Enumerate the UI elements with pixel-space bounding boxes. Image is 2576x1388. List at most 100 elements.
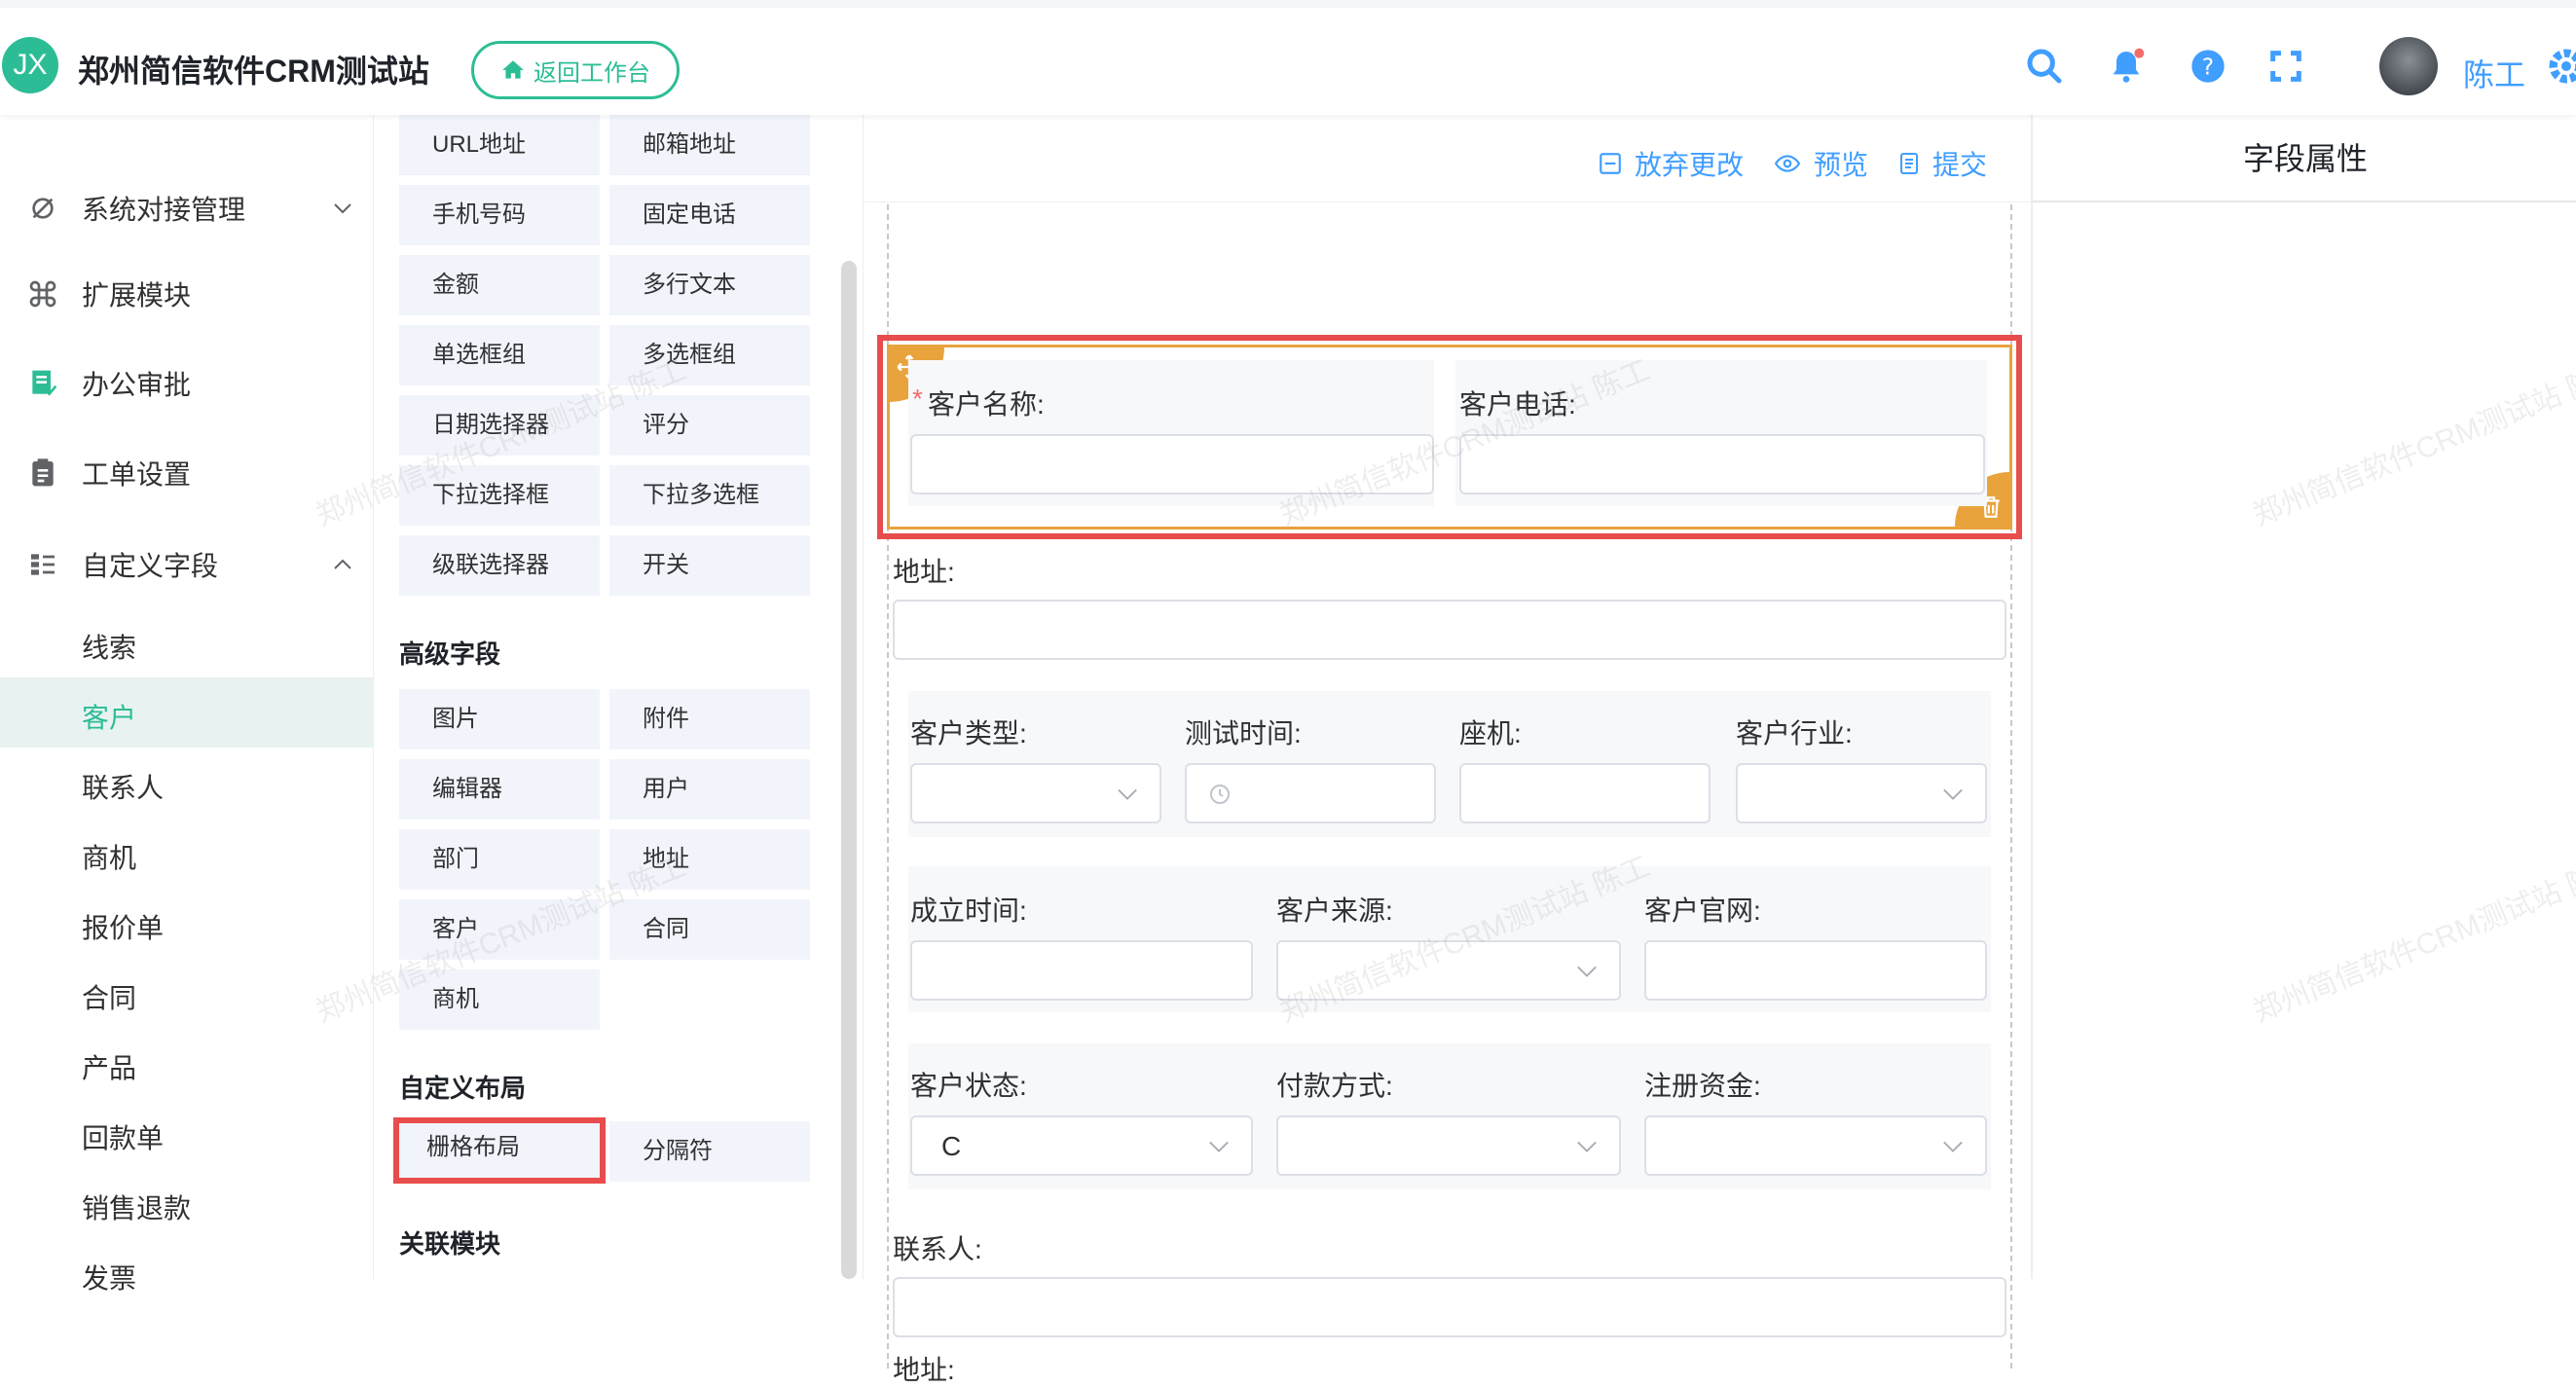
palette-item-checkbox-group[interactable]: 多选框组 [609, 325, 810, 385]
palette-item-rating[interactable]: 评分 [609, 395, 810, 456]
palette-item-textarea[interactable]: 多行文本 [609, 255, 810, 315]
sidebar-item-label: 办公审批 [82, 370, 192, 400]
chevron-down-icon [1943, 1141, 1963, 1152]
back-to-workbench-button[interactable]: 返回工作台 [471, 41, 680, 99]
palette-item-date-picker[interactable]: 日期选择器 [399, 395, 600, 456]
sidebar-item-extension-modules[interactable]: 扩展模块 [0, 259, 374, 329]
sidebar-sub-item-products[interactable]: 产品 [0, 1028, 374, 1098]
home-icon [502, 60, 524, 79]
sub-item-label: 回款单 [82, 1123, 165, 1153]
field-label-customer-name: 客户名称: [928, 389, 1045, 420]
palette-item-address[interactable]: 地址 [609, 829, 810, 890]
palette-item-multi-select[interactable]: 下拉多选框 [609, 465, 810, 526]
app-logo[interactable]: JX [2, 37, 58, 93]
chevron-down-icon [1118, 788, 1137, 800]
palette-item-contract[interactable]: 合同 [609, 899, 810, 960]
chevron-down-icon [1209, 1141, 1229, 1152]
approval-doc-icon [32, 370, 57, 396]
sidebar-sub-item-contacts[interactable]: 联系人 [0, 748, 374, 818]
chevron-down-icon [1943, 788, 1963, 800]
sidebar-sub-item-refunds[interactable]: 销售退款 [0, 1168, 374, 1238]
palette-item-attachment[interactable]: 附件 [609, 689, 810, 749]
source-select[interactable] [1276, 940, 1621, 1001]
section-title-custom-layout: 自定义布局 [399, 1074, 527, 1103]
capital-select[interactable] [1644, 1115, 1987, 1176]
sub-item-label: 联系人 [82, 773, 165, 803]
field-label-customer-type: 客户类型: [910, 718, 1027, 749]
status-value: C [941, 1131, 962, 1161]
canvas-toolbar: 放弃更改 预览 提交 [864, 115, 2032, 202]
sidebar-sub-item-payments[interactable]: 回款单 [0, 1098, 374, 1168]
field-label-industry: 客户行业: [1736, 718, 1853, 749]
field-label-test-time: 测试时间: [1185, 718, 1302, 749]
palette-item-divider[interactable]: 分隔符 [609, 1121, 810, 1182]
contact-input[interactable] [893, 1277, 2006, 1337]
chevron-down-icon [334, 203, 351, 214]
palette-item-department[interactable]: 部门 [399, 829, 600, 890]
sidebar-sub-item-opportunities[interactable]: 商机 [0, 818, 374, 888]
sidebar: 系统对接管理 扩展模块 办公审批 工单设置 自定义字段 线索 客户 联系人 商机… [0, 115, 374, 1294]
clipboard-icon [32, 458, 54, 487]
palette-item-radio-group[interactable]: 单选框组 [399, 325, 600, 385]
sidebar-sub-item-quotes[interactable]: 报价单 [0, 888, 374, 958]
test-time-picker[interactable] [1185, 763, 1436, 823]
user-name[interactable]: 陈工 [2463, 51, 2525, 95]
sidebar-sub-item-contracts[interactable]: 合同 [0, 958, 374, 1028]
founded-input[interactable] [910, 940, 1253, 1001]
fullscreen-icon[interactable] [2266, 47, 2305, 86]
palette-scrollbar[interactable] [841, 261, 857, 1279]
palette-item-customer[interactable]: 客户 [399, 899, 600, 960]
discard-changes-button[interactable]: 放弃更改 [1598, 144, 1744, 183]
customer-phone-input[interactable] [1459, 434, 1985, 494]
sidebar-item-office-approval[interactable]: 办公审批 [0, 348, 374, 419]
website-input[interactable] [1644, 940, 1987, 1001]
settings-gear-icon[interactable] [2547, 47, 2576, 86]
search-icon[interactable] [2025, 47, 2064, 86]
svg-text:?: ? [2202, 53, 2214, 80]
industry-select[interactable] [1736, 763, 1987, 823]
payment-select[interactable] [1276, 1115, 1621, 1176]
palette-item-mobile[interactable]: 手机号码 [399, 185, 600, 245]
sidebar-item-system-integration[interactable]: 系统对接管理 [0, 173, 374, 243]
field-label-founded: 成立时间: [910, 895, 1027, 926]
palette-item-email[interactable]: 邮箱地址 [609, 115, 810, 175]
sub-item-label: 发票 [82, 1263, 137, 1294]
command-icon [29, 280, 56, 308]
address-input[interactable] [893, 600, 2006, 660]
field-label-payment: 付款方式: [1276, 1071, 1393, 1101]
palette-item-opportunity[interactable]: 商机 [399, 969, 600, 1030]
form-area: * 客户名称: 客户电话: 地址: 客户类型: 测试时间: 座机: 客户行业: … [864, 204, 2032, 1385]
help-icon[interactable]: ? [2189, 47, 2227, 86]
palette-item-image[interactable]: 图片 [399, 689, 600, 749]
customer-name-input[interactable] [910, 434, 1434, 494]
back-button-label: 返回工作台 [534, 59, 650, 87]
palette-item-select[interactable]: 下拉选择框 [399, 465, 600, 526]
preview-button[interactable]: 预览 [1773, 144, 1868, 183]
status-select[interactable]: C [910, 1115, 1253, 1176]
sidebar-item-custom-fields[interactable]: 自定义字段 [0, 530, 374, 600]
palette-item-url[interactable]: URL地址 [399, 115, 600, 175]
landline-input[interactable] [1459, 763, 1711, 823]
palette-item-amount[interactable]: 金额 [399, 255, 600, 315]
field-label-capital: 注册资金: [1644, 1071, 1761, 1101]
sub-item-label: 商机 [82, 843, 137, 873]
palette-item-cascader[interactable]: 级联选择器 [399, 535, 600, 596]
sub-item-label: 销售退款 [82, 1193, 192, 1224]
field-label-landline: 座机: [1459, 718, 1522, 749]
palette-item-editor[interactable]: 编辑器 [399, 759, 600, 820]
palette-item-user[interactable]: 用户 [609, 759, 810, 820]
palette-item-grid-layout[interactable]: 栅格布局 [393, 1117, 606, 1184]
sidebar-item-label: 工单设置 [82, 459, 192, 490]
notification-bell-icon[interactable] [2107, 47, 2146, 86]
palette-item-phone[interactable]: 固定电话 [609, 185, 810, 245]
sidebar-sub-item-leads[interactable]: 线索 [0, 607, 374, 677]
submit-button[interactable]: 提交 [1897, 144, 1987, 183]
customer-type-select[interactable] [910, 763, 1161, 823]
user-avatar[interactable] [2379, 37, 2438, 95]
palette-item-switch[interactable]: 开关 [609, 535, 810, 596]
sub-item-label: 合同 [82, 983, 137, 1013]
sidebar-sub-item-customers[interactable]: 客户 [0, 677, 374, 748]
sub-item-label: 线索 [82, 633, 137, 663]
sidebar-sub-item-invoices[interactable]: 发票 [0, 1238, 374, 1308]
sidebar-item-ticket-settings[interactable]: 工单设置 [0, 438, 374, 508]
